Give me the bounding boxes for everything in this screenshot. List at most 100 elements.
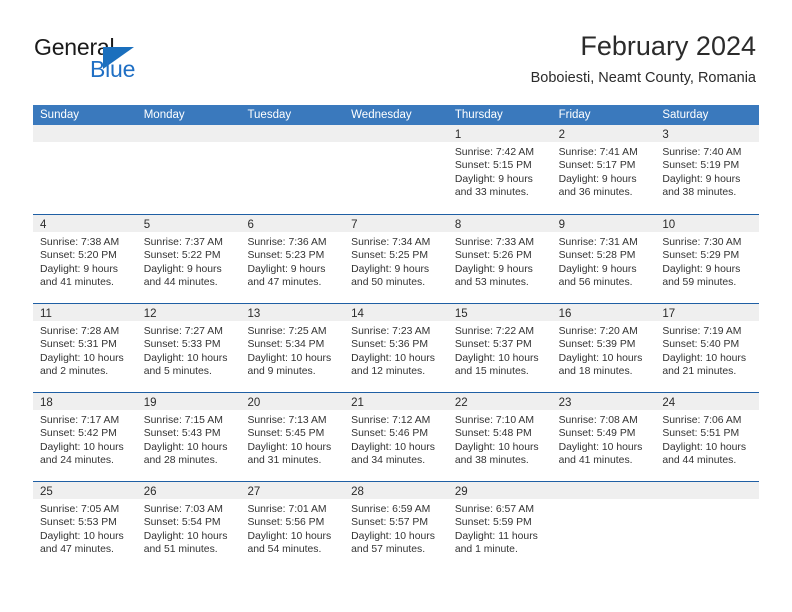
sunset-text: Sunset: 5:15 PM — [454, 160, 532, 172]
daylight-text-line1: Daylight: 9 hours — [143, 263, 222, 275]
day-cell[interactable]: 28 Sunrise: 6:59 AM Sunset: 5:57 PM Dayl… — [344, 482, 448, 570]
sunrise-text: Sunrise: 7:05 AM — [40, 504, 120, 515]
daylight-text-line1: Daylight: 9 hours — [558, 173, 637, 185]
day-details: Sunrise: 7:22 AM Sunset: 5:37 PM Dayligh… — [448, 321, 552, 379]
daylight-text-line2: and 44 minutes. — [662, 455, 737, 467]
weekday-header-tuesday: Tuesday — [247, 109, 292, 121]
daylight-text-line1: Daylight: 9 hours — [662, 263, 741, 275]
day-cell[interactable]: 24 Sunrise: 7:06 AM Sunset: 5:51 PM Dayl… — [655, 393, 760, 481]
sunrise-text: Sunrise: 7:17 AM — [40, 415, 120, 426]
sunrise-text: Sunrise: 7:01 AM — [247, 504, 327, 515]
day-number: 24 — [662, 397, 676, 409]
daylight-text-line2: and 47 minutes. — [40, 544, 114, 556]
day-number: 17 — [662, 308, 676, 320]
sunset-text: Sunset: 5:17 PM — [558, 160, 636, 172]
sunrise-text: Sunrise: 7:31 AM — [558, 237, 638, 248]
day-number: 3 — [662, 129, 669, 141]
day-number-band: 24 — [655, 393, 760, 410]
daylight-text-line2: and 51 minutes. — [143, 544, 218, 556]
day-cell[interactable]: 7 Sunrise: 7:34 AM Sunset: 5:25 PM Dayli… — [344, 215, 448, 303]
sunset-text: Sunset: 5:22 PM — [143, 250, 221, 262]
day-number: 23 — [558, 397, 572, 409]
day-cell[interactable]: 21 Sunrise: 7:12 AM Sunset: 5:46 PM Dayl… — [344, 393, 448, 481]
day-details: Sunrise: 7:01 AM Sunset: 5:56 PM Dayligh… — [240, 499, 344, 557]
day-number: 22 — [454, 397, 468, 409]
sunset-text: Sunset: 5:45 PM — [247, 428, 325, 440]
day-cell[interactable] — [551, 482, 656, 570]
day-details: Sunrise: 7:23 AM Sunset: 5:36 PM Dayligh… — [344, 321, 448, 379]
day-cell[interactable]: 26 Sunrise: 7:03 AM Sunset: 5:54 PM Dayl… — [136, 482, 241, 570]
daylight-text-line2: and 15 minutes. — [454, 366, 529, 378]
daylight-text-line1: Daylight: 11 hours — [454, 530, 538, 542]
day-number-band: 22 — [447, 393, 552, 410]
day-cell[interactable]: 5 Sunrise: 7:37 AM Sunset: 5:22 PM Dayli… — [136, 215, 241, 303]
day-cell[interactable]: 19 Sunrise: 7:15 AM Sunset: 5:43 PM Dayl… — [136, 393, 241, 481]
day-cell[interactable]: 3 Sunrise: 7:40 AM Sunset: 5:19 PM Dayli… — [655, 125, 760, 214]
day-cell[interactable]: 1 Sunrise: 7:42 AM Sunset: 5:15 PM Dayli… — [447, 125, 552, 214]
day-cell[interactable]: 6 Sunrise: 7:36 AM Sunset: 5:23 PM Dayli… — [240, 215, 345, 303]
sunrise-text: Sunrise: 7:12 AM — [351, 415, 431, 426]
day-details: Sunrise: 7:30 AM Sunset: 5:29 PM Dayligh… — [655, 232, 759, 290]
sunrise-text: Sunrise: 7:40 AM — [662, 147, 742, 158]
day-details: Sunrise: 7:36 AM Sunset: 5:23 PM Dayligh… — [240, 232, 344, 290]
day-cell[interactable]: 2 Sunrise: 7:41 AM Sunset: 5:17 PM Dayli… — [551, 125, 656, 214]
daylight-text-line2: and 50 minutes. — [351, 277, 426, 289]
daylight-text-line2: and 33 minutes. — [454, 187, 529, 199]
day-cell[interactable] — [240, 125, 345, 214]
sunset-text: Sunset: 5:53 PM — [40, 517, 117, 529]
daylight-text-line1: Daylight: 9 hours — [662, 173, 741, 185]
day-cell[interactable]: 20 Sunrise: 7:13 AM Sunset: 5:45 PM Dayl… — [240, 393, 345, 481]
day-cell[interactable] — [344, 125, 448, 214]
day-cell[interactable]: 17 Sunrise: 7:19 AM Sunset: 5:40 PM Dayl… — [655, 304, 760, 392]
day-cell[interactable]: 13 Sunrise: 7:25 AM Sunset: 5:34 PM Dayl… — [240, 304, 345, 392]
day-cell[interactable]: 10 Sunrise: 7:30 AM Sunset: 5:29 PM Dayl… — [655, 215, 760, 303]
day-cell[interactable]: 27 Sunrise: 7:01 AM Sunset: 5:56 PM Dayl… — [240, 482, 345, 570]
day-cell[interactable]: 14 Sunrise: 7:23 AM Sunset: 5:36 PM Dayl… — [344, 304, 448, 392]
daylight-text-line2: and 41 minutes. — [558, 455, 633, 467]
day-cell[interactable]: 15 Sunrise: 7:22 AM Sunset: 5:37 PM Dayl… — [447, 304, 552, 392]
day-cell[interactable]: 16 Sunrise: 7:20 AM Sunset: 5:39 PM Dayl… — [551, 304, 656, 392]
sunrise-text: Sunrise: 7:36 AM — [247, 237, 327, 248]
calendar-page: General Blue February 2024 Boboiesti, Ne… — [0, 0, 792, 612]
day-number: 18 — [40, 397, 53, 409]
day-number: 26 — [143, 486, 157, 498]
daylight-text-line1: Daylight: 10 hours — [143, 352, 228, 364]
weekday-header-thursday: Thursday — [454, 109, 503, 121]
daylight-text-line1: Daylight: 9 hours — [558, 263, 637, 275]
day-details: Sunrise: 7:27 AM Sunset: 5:33 PM Dayligh… — [137, 321, 241, 379]
day-cell[interactable] — [33, 125, 137, 214]
day-number-band: 2 — [551, 125, 656, 142]
day-cell[interactable]: 8 Sunrise: 7:33 AM Sunset: 5:26 PM Dayli… — [447, 215, 552, 303]
day-number: 16 — [558, 308, 572, 320]
day-number: 21 — [351, 397, 364, 409]
daylight-text-line1: Daylight: 10 hours — [247, 441, 332, 453]
day-cell[interactable]: 23 Sunrise: 7:08 AM Sunset: 5:49 PM Dayl… — [551, 393, 656, 481]
day-number-band: 4 — [33, 215, 137, 232]
day-number-band: 10 — [655, 215, 760, 232]
sunrise-text: Sunrise: 7:37 AM — [143, 237, 223, 248]
sunset-text: Sunset: 5:25 PM — [351, 250, 428, 262]
logo-text-blue: Blue — [90, 56, 136, 82]
daylight-text-line1: Daylight: 10 hours — [662, 352, 747, 364]
day-cell[interactable] — [136, 125, 241, 214]
daylight-text-line2: and 47 minutes. — [247, 277, 322, 289]
day-cell[interactable]: 12 Sunrise: 7:27 AM Sunset: 5:33 PM Dayl… — [136, 304, 241, 392]
day-cell[interactable]: 22 Sunrise: 7:10 AM Sunset: 5:48 PM Dayl… — [447, 393, 552, 481]
day-details: Sunrise: 7:38 AM Sunset: 5:20 PM Dayligh… — [33, 232, 137, 290]
day-number-band: 29 — [447, 482, 552, 499]
day-cell[interactable] — [655, 482, 760, 570]
day-number-band: 8 — [447, 215, 552, 232]
general-blue-logo[interactable]: General Blue — [34, 34, 254, 90]
day-cell[interactable]: 4 Sunrise: 7:38 AM Sunset: 5:20 PM Dayli… — [33, 215, 137, 303]
day-cell[interactable]: 11 Sunrise: 7:28 AM Sunset: 5:31 PM Dayl… — [33, 304, 137, 392]
day-number-band: 11 — [33, 304, 137, 321]
day-cell[interactable]: 9 Sunrise: 7:31 AM Sunset: 5:28 PM Dayli… — [551, 215, 656, 303]
daylight-text-line1: Daylight: 10 hours — [143, 441, 228, 453]
daylight-text-line2: and 36 minutes. — [558, 187, 633, 199]
day-number — [655, 486, 662, 498]
day-cell[interactable]: 18 Sunrise: 7:17 AM Sunset: 5:42 PM Dayl… — [33, 393, 137, 481]
day-cell[interactable]: 25 Sunrise: 7:05 AM Sunset: 5:53 PM Dayl… — [33, 482, 137, 570]
day-cell[interactable]: 29 Sunrise: 6:57 AM Sunset: 5:59 PM Dayl… — [447, 482, 552, 570]
daylight-text-line2: and 21 minutes. — [662, 366, 737, 378]
sunrise-text: Sunrise: 7:03 AM — [143, 504, 223, 515]
